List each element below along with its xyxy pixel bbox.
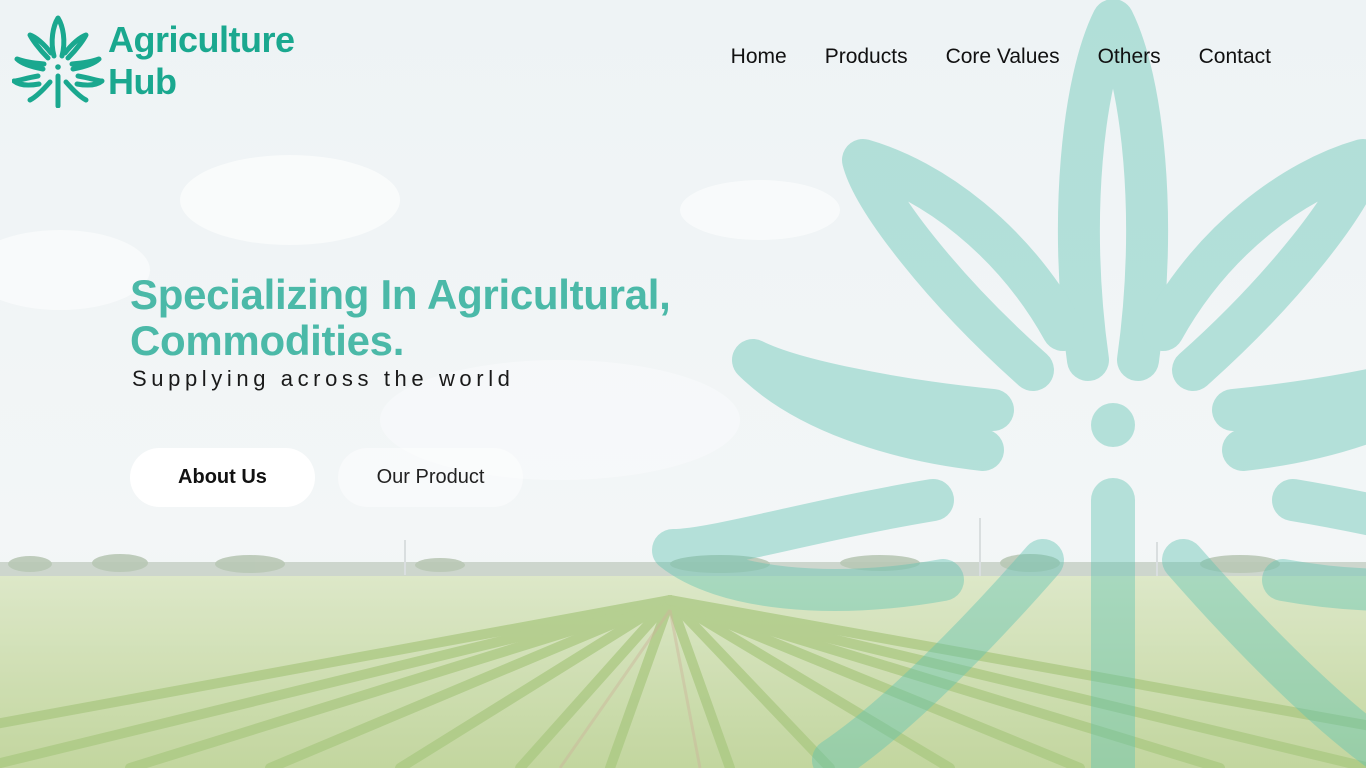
our-product-button[interactable]: Our Product [338,448,523,507]
brand-name: Agriculture Hub [108,19,295,103]
brand-name-line2: Hub [108,61,177,102]
brand-logo[interactable]: Agriculture Hub [12,14,295,108]
main-nav: Home Products Core Values Others Contact [693,42,1271,72]
nav-contact[interactable]: Contact [1199,42,1271,72]
nav-products[interactable]: Products [825,42,908,72]
brand-name-line1: Agriculture [108,19,295,60]
hero-title: Specializing In Agricultural, Commoditie… [130,271,671,364]
nav-home[interactable]: Home [731,42,787,72]
hero-subtitle: Supplying across the world [132,366,515,391]
nav-core-values[interactable]: Core Values [946,42,1060,72]
leaf-star-icon [12,15,105,108]
about-us-button[interactable]: About Us [130,448,315,507]
landing-page: Agriculture Hub Home Products Core Value… [0,0,1366,768]
nav-others[interactable]: Others [1098,42,1161,72]
